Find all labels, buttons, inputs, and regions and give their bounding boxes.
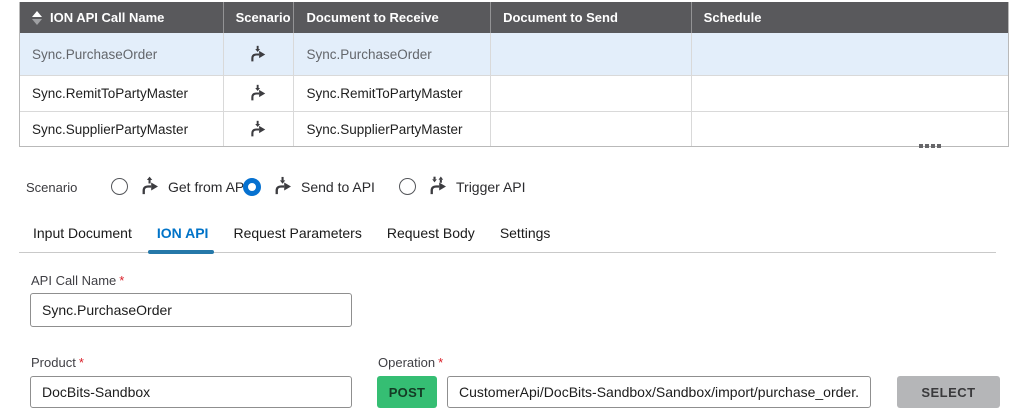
send-to-api-icon xyxy=(249,120,268,139)
cell-api-call-name: Sync.PurchaseOrder xyxy=(20,33,224,75)
send-to-api-icon xyxy=(249,84,268,103)
column-header-label: Document to Send xyxy=(503,10,618,25)
sort-icon[interactable] xyxy=(32,10,42,25)
cell-schedule xyxy=(692,112,1008,146)
table-row[interactable]: Sync.SupplierPartyMaster Sync.SupplierPa… xyxy=(20,112,1008,146)
api-calls-table: ION API Call Name Scenario Document to R… xyxy=(19,2,1009,147)
product-label: Product * xyxy=(31,355,84,370)
operation-endpoint-input[interactable] xyxy=(447,376,871,408)
cell-document-to-receive: Sync.SupplierPartyMaster xyxy=(294,112,492,146)
product-input[interactable] xyxy=(30,376,352,408)
tab-request-parameters[interactable]: Request Parameters xyxy=(233,225,361,241)
tab-ion-api[interactable]: ION API xyxy=(147,225,215,254)
cell-scenario xyxy=(224,33,295,75)
resize-handle-dots[interactable] xyxy=(919,144,941,148)
send-to-api-icon xyxy=(273,176,294,197)
radio-option-get-from-api[interactable]: Get from API xyxy=(111,176,248,197)
column-header-ion-api-call-name[interactable]: ION API Call Name xyxy=(20,2,224,33)
table-row[interactable]: Sync.PurchaseOrder Sync.PurchaseOrder xyxy=(20,33,1008,76)
cell-document-to-receive: Sync.PurchaseOrder xyxy=(294,33,492,75)
label-text: Product xyxy=(31,355,76,370)
cell-document-to-receive: Sync.RemitToPartyMaster xyxy=(294,76,492,111)
cell-api-call-name: Sync.SupplierPartyMaster xyxy=(20,112,224,146)
table-row[interactable]: Sync.RemitToPartyMaster Sync.RemitToPart… xyxy=(20,76,1008,112)
cell-schedule xyxy=(692,76,1008,111)
radio-label[interactable]: Trigger API xyxy=(456,179,526,195)
column-header-document-to-receive[interactable]: Document to Receive xyxy=(294,2,492,33)
label-text: API Call Name xyxy=(31,273,117,288)
tab-bar: Input Document ION API Request Parameter… xyxy=(19,213,996,254)
column-header-schedule[interactable]: Schedule xyxy=(692,2,1008,33)
api-call-name-input[interactable] xyxy=(30,293,352,327)
cell-document-to-send xyxy=(491,112,692,146)
radio-option-send-to-api[interactable]: Send to API xyxy=(243,176,375,197)
radio-button-checked[interactable] xyxy=(243,177,261,196)
cell-scenario xyxy=(224,112,295,146)
radio-option-trigger-api[interactable]: Trigger API xyxy=(399,176,526,197)
cell-document-to-send xyxy=(491,33,692,75)
column-header-label: Schedule xyxy=(703,10,762,25)
column-header-scenario[interactable]: Scenario xyxy=(224,2,295,33)
radio-button[interactable] xyxy=(111,178,128,195)
cell-document-to-send xyxy=(491,76,692,111)
required-asterisk: * xyxy=(438,355,444,370)
required-asterisk: * xyxy=(119,273,125,288)
tab-request-body[interactable]: Request Body xyxy=(387,225,475,241)
column-header-label: Scenario xyxy=(235,10,291,25)
get-from-api-icon xyxy=(140,176,161,197)
column-header-label: Document to Receive xyxy=(306,10,439,25)
operation-label: Operation * xyxy=(378,355,443,370)
radio-button[interactable] xyxy=(399,178,416,195)
cell-api-call-name: Sync.RemitToPartyMaster xyxy=(20,76,224,111)
tab-input-document[interactable]: Input Document xyxy=(33,225,132,241)
cell-scenario xyxy=(224,76,295,111)
radio-label[interactable]: Get from API xyxy=(168,179,248,195)
cell-schedule xyxy=(692,33,1008,75)
label-text: Operation xyxy=(378,355,436,370)
column-header-label: ION API Call Name xyxy=(50,10,165,25)
table-header-row: ION API Call Name Scenario Document to R… xyxy=(20,2,1008,33)
required-asterisk: * xyxy=(78,355,84,370)
http-method-badge: POST xyxy=(377,376,437,408)
send-to-api-icon xyxy=(249,45,268,64)
scenario-label: Scenario xyxy=(26,180,78,195)
column-header-document-to-send[interactable]: Document to Send xyxy=(491,2,692,33)
trigger-api-icon xyxy=(428,176,449,197)
radio-label[interactable]: Send to API xyxy=(301,179,375,195)
api-call-name-label: API Call Name * xyxy=(31,273,124,288)
select-button[interactable]: SELECT xyxy=(897,376,1000,408)
tab-settings[interactable]: Settings xyxy=(500,225,551,241)
